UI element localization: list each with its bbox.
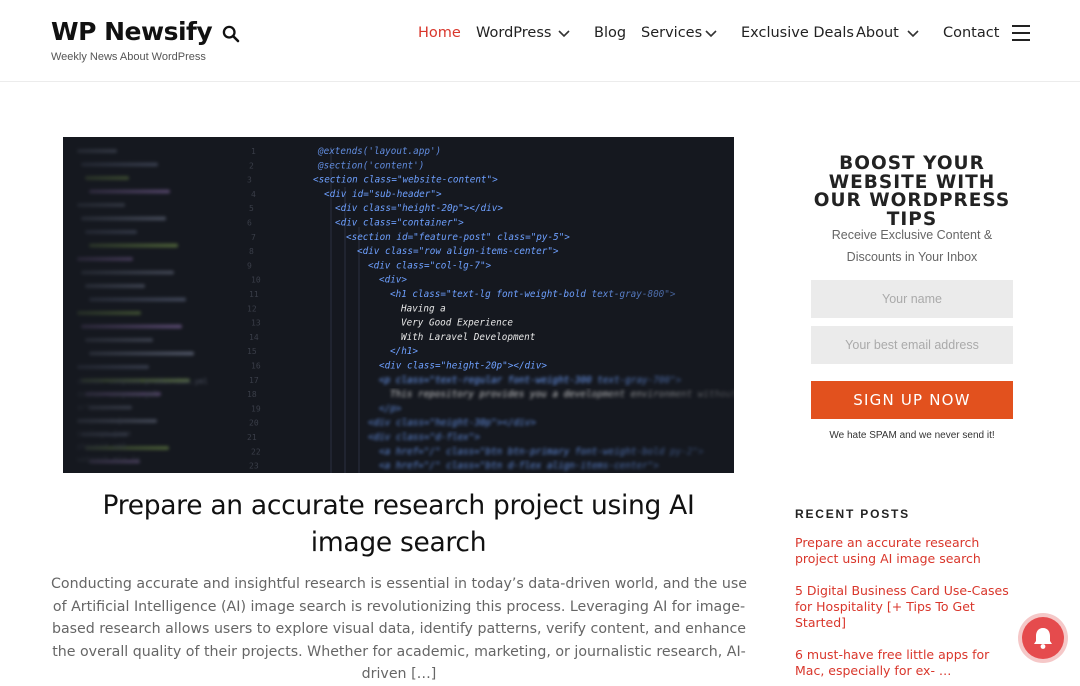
recent-post-link[interactable]: 5 Digital Business Card Use-Cases for Ho… [795,583,1015,631]
site-title[interactable]: WP Newsify [51,17,213,46]
recent-post-link[interactable]: 6 must-have free little apps for Mac, es… [795,647,1015,679]
post-excerpt: Conducting accurate and insightful resea… [51,576,747,682]
nav-item-wordpress[interactable]: WordPress [476,24,551,42]
list-item: Prepare an accurate research project usi… [795,535,1015,567]
signup-button[interactable]: SIGN UP NOW [811,381,1013,419]
chevron-down-icon[interactable] [906,27,920,39]
name-field[interactable] [811,280,1013,318]
spam-note: We hate SPAM and we never send it! [829,430,995,441]
site-tagline: Weekly News About WordPress [51,51,206,63]
nav-item-blog[interactable]: Blog [594,24,626,42]
search-icon[interactable] [222,25,240,43]
chevron-down-icon[interactable] [557,27,571,39]
code-screenshot-image: docker-compose.production.ymldocker-comp… [63,137,734,473]
nav-item-home[interactable]: Home [418,24,461,42]
list-item: 6 must-have free little apps for Mac, es… [795,647,1015,679]
recent-post-link[interactable]: Prepare an accurate research project usi… [795,535,1015,567]
hamburger-menu-icon[interactable] [1012,25,1030,41]
nav-item-exclusive-deals[interactable]: Exclusive Deals [741,24,854,42]
bell-icon[interactable] [1022,617,1064,659]
newsletter-subtitle: Receive Exclusive Content & Discounts in… [831,228,993,264]
recent-posts-title: RECENT POSTS [795,507,910,521]
newsletter-title: BOOST YOUR WEBSITE WITH OUR WORDPRESS TI… [813,153,1011,230]
nav-item-services[interactable]: Services [641,24,702,42]
post-title[interactable]: Prepare an accurate research project usi… [60,487,737,561]
nav-item-contact[interactable]: Contact [943,24,999,42]
email-field[interactable] [811,326,1013,364]
list-item: 5 Digital Business Card Use-Cases for Ho… [795,583,1015,631]
recent-posts-list: Prepare an accurate research project usi… [795,535,1015,679]
site-header: WP Newsify Weekly News About WordPress H… [0,0,1080,82]
chevron-down-icon[interactable] [704,27,718,39]
nav-item-about[interactable]: About [856,24,899,42]
post-featured-image[interactable]: docker-compose.production.ymldocker-comp… [63,137,734,473]
